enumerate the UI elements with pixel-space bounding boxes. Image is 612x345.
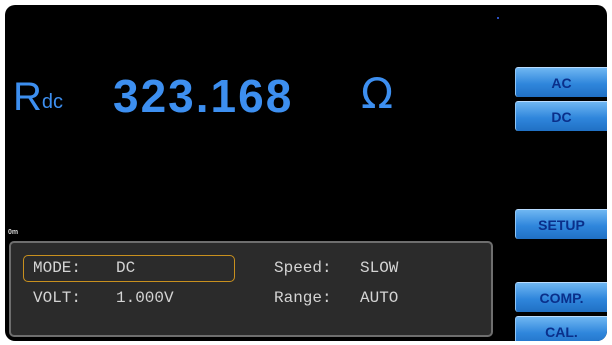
instrument-display: Rdc 323.168 Ω 0m AC DC SETUP COMP. CAL. … bbox=[5, 5, 607, 341]
setup-softkey-button[interactable]: SETUP bbox=[515, 209, 607, 239]
speed-value[interactable]: SLOW bbox=[360, 259, 398, 277]
speed-label: Speed: bbox=[274, 259, 332, 277]
status-panel: MODE: DC VOLT: 1.000V Speed: SLOW Range:… bbox=[9, 241, 493, 337]
cal-softkey-button[interactable]: CAL. bbox=[515, 316, 607, 341]
measurement-parameter-label: Rdc bbox=[13, 75, 63, 120]
mode-label: MODE: bbox=[33, 259, 82, 277]
measurement-value: 323.168 bbox=[113, 70, 294, 122]
measurement-unit: Ω bbox=[361, 69, 394, 118]
mode-value[interactable]: DC bbox=[116, 259, 135, 277]
parameter-subscript: dc bbox=[41, 91, 64, 113]
dc-softkey-button[interactable]: DC bbox=[515, 101, 607, 131]
volt-label: VOLT: bbox=[33, 289, 82, 307]
range-label: Range: bbox=[274, 289, 332, 307]
status-dot bbox=[497, 17, 499, 19]
volt-value[interactable]: 1.000V bbox=[116, 289, 174, 307]
small-indicator: 0m bbox=[8, 229, 19, 236]
ac-softkey-button[interactable]: AC bbox=[515, 67, 607, 97]
comp-softkey-button[interactable]: COMP. bbox=[515, 282, 607, 312]
parameter-symbol: R bbox=[13, 75, 42, 119]
range-value[interactable]: AUTO bbox=[360, 289, 398, 307]
